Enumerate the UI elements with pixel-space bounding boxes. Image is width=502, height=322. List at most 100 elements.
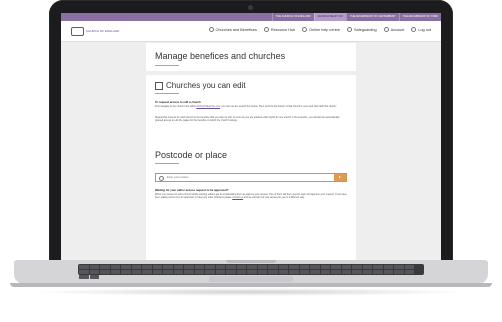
keyboard-key — [278, 265, 288, 269]
keyboard-key — [163, 270, 173, 274]
lid-notch — [226, 260, 276, 263]
keyboard-key — [331, 265, 341, 269]
nav-links: Churches and Benefices Resource Hub Onli… — [208, 27, 431, 32]
keyboard-key — [362, 265, 372, 269]
nav-label: Resource Hub — [270, 27, 296, 32]
keyboard-key — [394, 265, 404, 269]
site-logo[interactable]: CHURCH OF ENGLAND — [71, 27, 119, 36]
keyboard-key — [173, 265, 183, 269]
keyboard-key — [331, 270, 341, 274]
keyboard-key — [341, 265, 351, 269]
keyboard-key — [257, 265, 267, 269]
keyboard-key — [289, 270, 299, 274]
keyboard-key — [79, 275, 89, 279]
ground-shadow — [30, 288, 472, 296]
keyboard-key — [404, 265, 414, 269]
keyboard-key — [257, 270, 267, 274]
waiting-text: When you request to edit a church all th… — [155, 193, 347, 200]
resource-icon — [263, 27, 269, 32]
repeat-text: Repeat this process for each church in t… — [155, 116, 340, 123]
nav-resource-hub[interactable]: Resource Hub — [263, 27, 296, 32]
request-text-1: First navigate to the church's list with… — [155, 105, 197, 108]
request-text-2: , you can use the search box below. Then… — [220, 105, 338, 108]
waiting-heading: Waiting for your editor access request t… — [155, 188, 229, 192]
keyboard-key — [320, 270, 330, 274]
contact-us-link[interactable]: contact us — [232, 196, 243, 199]
keyboard-key — [142, 265, 152, 269]
keyboard-key — [352, 265, 362, 269]
keyboard-key — [194, 270, 204, 274]
keyboard-key — [236, 270, 246, 274]
keyboard-key — [100, 270, 110, 274]
logout-icon — [411, 27, 417, 32]
top-link-church-near-you[interactable]: CHURCH NEAR YOU — [313, 13, 347, 21]
keyboard-key — [152, 265, 162, 269]
arrow-right-icon — [339, 176, 341, 178]
keyboard-key — [152, 270, 162, 274]
keyboard-key — [373, 270, 383, 274]
search-button[interactable] — [334, 174, 346, 181]
keyboard-key — [110, 265, 120, 269]
keyboard-key — [110, 270, 120, 274]
title-underline — [155, 65, 179, 66]
nav-label: Online help centre — [309, 27, 340, 32]
keyboard-key — [184, 270, 194, 274]
keyboard-key — [236, 265, 246, 269]
keyboard-key — [79, 265, 89, 269]
base-edge — [10, 283, 492, 287]
keyboard-key — [289, 265, 299, 269]
keyboard-key — [142, 270, 152, 274]
church-icon — [208, 27, 214, 32]
nav-safeguarding[interactable]: Safeguarding — [347, 27, 377, 32]
keyboard-key — [184, 265, 194, 269]
keyboard-key — [121, 270, 131, 274]
keyboard-key — [205, 270, 215, 274]
request-heading: To request access to edit a church — [155, 100, 201, 104]
nav-help-centre[interactable]: Online help centre — [302, 27, 340, 32]
keyboard-key — [310, 265, 320, 269]
keyboard-key — [131, 270, 141, 274]
page-title: Manage benefices and churches — [155, 51, 286, 61]
trackpad — [209, 276, 293, 282]
keyboard-key — [215, 265, 225, 269]
nav-label: Account — [390, 27, 405, 32]
laptop-lid: THE CHURCH OF ENGLAND CHURCH NEAR YOU TH… — [49, 0, 453, 272]
nav-account[interactable]: Account — [383, 27, 405, 32]
keyboard-key — [341, 270, 351, 274]
keyboard-key — [89, 265, 99, 269]
laptop-screen: THE CHURCH OF ENGLAND CHURCH NEAR YOU TH… — [61, 13, 441, 261]
top-link-archbishop-canterbury[interactable]: THE ARCHBISHOP OF CANTERBURY — [346, 13, 399, 21]
top-link-church-of-england[interactable]: THE CHURCH OF ENGLAND — [271, 13, 314, 21]
keyboard-key — [268, 265, 278, 269]
keyboard-key — [310, 270, 320, 274]
main-nav: CHURCH OF ENGLAND Churches and Benefices… — [61, 21, 441, 42]
nav-churches-benefices[interactable]: Churches and Benefices — [208, 27, 257, 32]
keyboard-key — [299, 270, 309, 274]
logo-text: CHURCH OF ENGLAND — [86, 28, 120, 33]
request-text: First navigate to the church's list with… — [155, 105, 347, 108]
keyboard-key — [404, 270, 414, 274]
location-icon — [159, 176, 164, 181]
keyboard-key — [215, 270, 225, 274]
shield-icon — [347, 27, 352, 32]
keyboard-key — [278, 270, 288, 274]
keyboard-key — [383, 270, 393, 274]
achurchnearyou-link[interactable]: AChurchNearYou.com — [196, 105, 220, 108]
keyboard-key — [247, 270, 257, 274]
nav-log-out[interactable]: Log out — [411, 27, 431, 32]
main-content: Manage benefices and churches Churches y… — [146, 43, 356, 261]
location-input[interactable] — [167, 174, 317, 181]
site-top-bar: THE CHURCH OF ENGLAND CHURCH NEAR YOU TH… — [61, 13, 441, 21]
postcode-title: Postcode or place — [155, 150, 228, 160]
keyboard-key — [226, 270, 236, 274]
keyboard-key — [163, 265, 173, 269]
keyboard-key — [173, 270, 183, 274]
top-link-archbishop-york[interactable]: THE ARCHBISHOP OF YORK — [398, 13, 441, 21]
keyboard-key — [205, 265, 215, 269]
nav-label: Churches and Benefices — [215, 27, 257, 32]
keyboard-key — [352, 270, 362, 274]
keyboard-key — [362, 270, 372, 274]
keyboard-key — [226, 265, 236, 269]
nav-label: Safeguarding — [354, 27, 377, 32]
keyboard-key — [320, 265, 330, 269]
